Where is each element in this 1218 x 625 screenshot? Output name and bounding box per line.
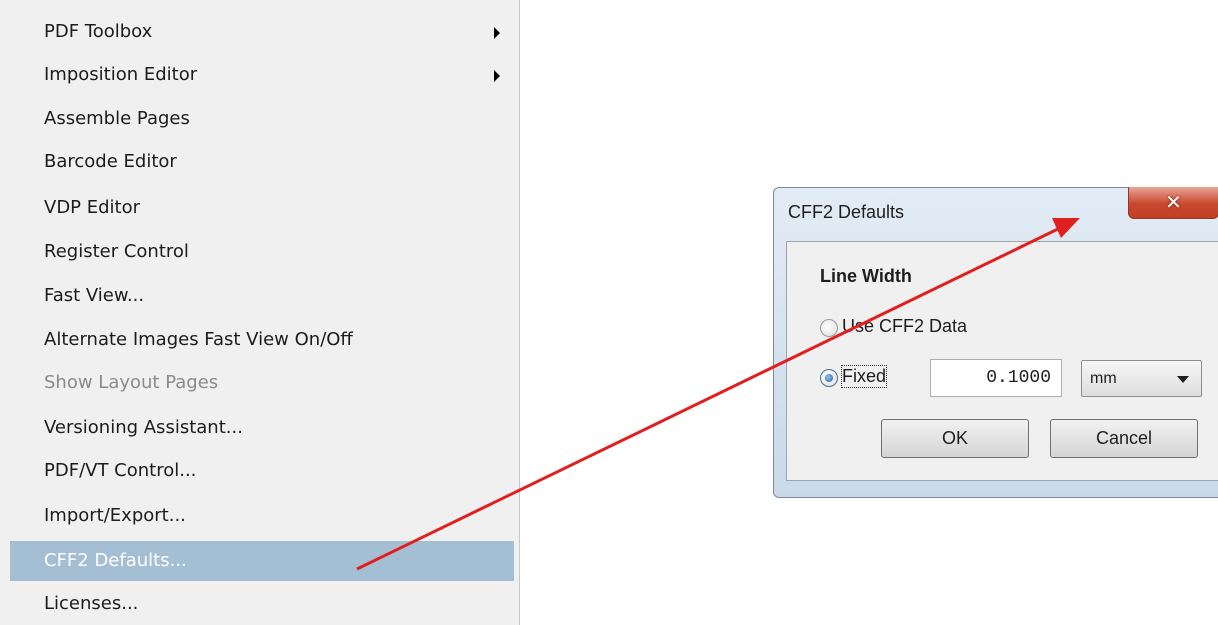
menu-item-label: Imposition Editor — [44, 64, 198, 85]
menu-item-alternate-images[interactable]: Alternate Images Fast View On/Off — [10, 320, 514, 360]
menu-item-label: CFF2 Defaults... — [44, 550, 187, 571]
chevron-down-icon — [1177, 376, 1189, 383]
menu-item-import-export[interactable]: Import/Export... — [10, 496, 514, 536]
line-width-label: Line Width — [820, 266, 912, 286]
menu-item-licenses[interactable]: Licenses... — [10, 584, 514, 624]
menu-item-label: Register Control — [44, 241, 189, 262]
menu-item-label: PDF/VT Control... — [44, 460, 197, 481]
menu-item-barcode-editor[interactable]: Barcode Editor — [10, 142, 514, 182]
menu-item-label: Alternate Images Fast View On/Off — [44, 329, 353, 350]
menu-item-pdf-vt-control[interactable]: PDF/VT Control... — [10, 451, 514, 491]
menu-item-fast-view[interactable]: Fast View... — [10, 276, 514, 316]
menu-item-label: VDP Editor — [44, 197, 141, 218]
line-width-input[interactable]: 0.1000 — [930, 359, 1062, 397]
fixed-radio[interactable] — [820, 369, 838, 387]
menu-item-pdf-toolbox[interactable]: PDF Toolbox — [10, 12, 514, 52]
menu-item-label: Show Layout Pages — [44, 372, 219, 393]
menu-item-cff2-defaults[interactable]: CFF2 Defaults... — [10, 541, 514, 581]
menu-item-label: Fast View... — [44, 285, 145, 306]
menu-item-label: PDF Toolbox — [44, 21, 153, 42]
dialog-body: Line Width Use CFF2 Data Fixed 0.1000 mm… — [786, 241, 1218, 481]
cancel-button[interactable]: Cancel — [1050, 419, 1198, 458]
menu-item-vdp-editor[interactable]: VDP Editor — [10, 188, 514, 228]
close-icon: ✕ — [1165, 190, 1182, 214]
dialog-title: CFF2 Defaults — [788, 202, 905, 222]
menu-item-show-layout-pages: Show Layout Pages — [10, 363, 514, 403]
menu-item-imposition-editor[interactable]: Imposition Editor — [10, 55, 514, 95]
use-cff2-data-radio[interactable] — [820, 319, 838, 337]
tools-menu: PDF Toolbox Imposition Editor Assemble P… — [0, 0, 520, 625]
menu-item-label: Versioning Assistant... — [44, 417, 243, 438]
unit-select[interactable]: mm — [1081, 360, 1202, 397]
menu-item-versioning-assistant[interactable]: Versioning Assistant... — [10, 408, 514, 448]
menu-item-register-control[interactable]: Register Control — [10, 232, 514, 272]
ok-button[interactable]: OK — [881, 419, 1029, 458]
cff2-defaults-dialog: CFF2 Defaults ✕ Line Width Use CFF2 Data… — [773, 187, 1218, 498]
fixed-label[interactable]: Fixed — [840, 365, 888, 388]
close-button[interactable]: ✕ — [1128, 187, 1218, 219]
menu-item-label: Licenses... — [44, 593, 139, 614]
use-cff2-data-label[interactable]: Use CFF2 Data — [842, 316, 967, 337]
menu-item-label: Assemble Pages — [44, 108, 190, 129]
menu-item-assemble-pages[interactable]: Assemble Pages — [10, 99, 514, 139]
menu-item-label: Import/Export... — [44, 505, 186, 526]
submenu-arrow-icon — [494, 27, 500, 39]
submenu-arrow-icon — [494, 70, 500, 82]
unit-select-value: mm — [1090, 370, 1117, 387]
menu-item-label: Barcode Editor — [44, 151, 177, 172]
